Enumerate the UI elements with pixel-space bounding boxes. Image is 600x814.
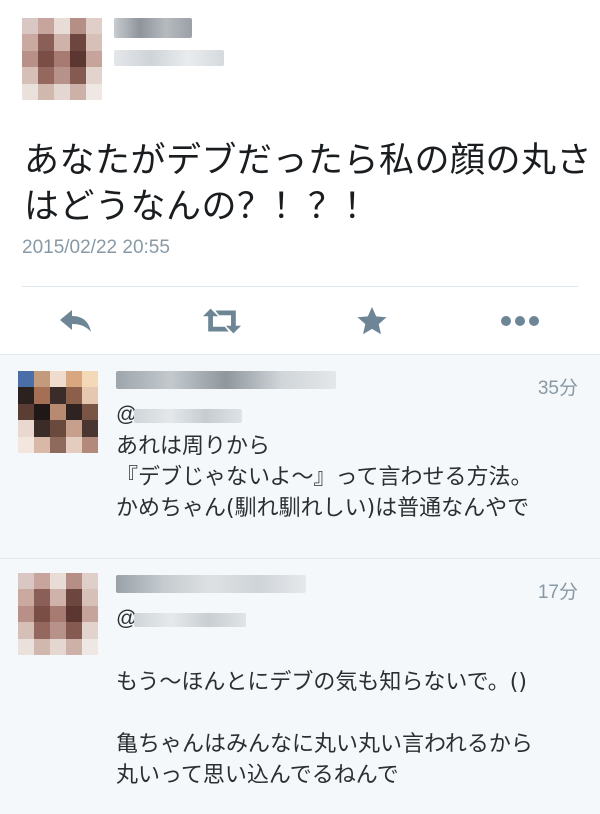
tweet-text: あなたがデブだったら私の顔の丸さ はどうなんの？！？！ (24, 138, 593, 230)
reply-text-line: もう〜ほんとにデブの気も知らないで。() (116, 670, 527, 695)
reply-text: あれは周りから 『デブじゃないよ〜』って言わせる方法。 かめちゃん(馴れ馴れしい… (116, 431, 586, 524)
avatar[interactable] (18, 573, 98, 655)
star-icon (357, 307, 387, 335)
tweet-timestamp: 2015/02/22 20:55 (22, 237, 170, 258)
tweet-actions (0, 296, 600, 346)
avatar[interactable] (22, 18, 102, 100)
retweet-button[interactable] (202, 304, 242, 338)
reply-text-line (116, 698, 586, 729)
reply-icon (60, 310, 91, 332)
retweet-icon (202, 308, 242, 334)
reply-text: もう〜ほんとにデブの気も知らないで。() 亀ちゃんはみんなに丸い丸い言われるから… (116, 667, 586, 791)
main-tweet: あなたがデブだったら私の顔の丸さ はどうなんの？！？！ 2015/02/22 2… (0, 0, 600, 354)
tweet-text-line: あなたがデブだったら私の顔の丸さ (24, 141, 593, 181)
more-icon (501, 316, 539, 326)
tweet-text-line: はどうなんの？！？！ (24, 187, 380, 227)
reply-text-line: あれは周りから (116, 434, 271, 459)
reply-to-username-redacted (134, 613, 246, 627)
divider (22, 286, 578, 287)
reply-text-line: 亀ちゃんはみんなに丸い丸い言われるから (116, 732, 533, 757)
avatar[interactable] (18, 371, 98, 453)
reply-tweet[interactable]: 35分 @ あれは周りから 『デブじゃないよ〜』って言わせる方法。 かめちゃん(… (0, 354, 600, 558)
reply-text-line: 『デブじゃないよ〜』って言わせる方法。 (116, 465, 533, 490)
more-button[interactable] (500, 304, 540, 338)
username-redacted (114, 50, 224, 66)
display-name-redacted (114, 18, 192, 38)
reply-text-line: 丸いって思い込んでるねんで (116, 763, 399, 788)
favorite-button[interactable] (352, 304, 392, 338)
display-name-redacted (116, 575, 306, 593)
reply-text-line: かめちゃん(馴れ馴れしい)は普通なんやで (116, 496, 530, 521)
reply-timestamp: 17分 (537, 582, 578, 603)
reply-to-username-redacted (134, 409, 242, 423)
display-name-redacted (116, 371, 336, 389)
reply-timestamp: 35分 (537, 378, 578, 399)
reply-button[interactable] (56, 304, 96, 338)
reply-tweet[interactable]: 17分 @ もう〜ほんとにデブの気も知らないで。() 亀ちゃんはみんなに丸い丸い… (0, 558, 600, 814)
